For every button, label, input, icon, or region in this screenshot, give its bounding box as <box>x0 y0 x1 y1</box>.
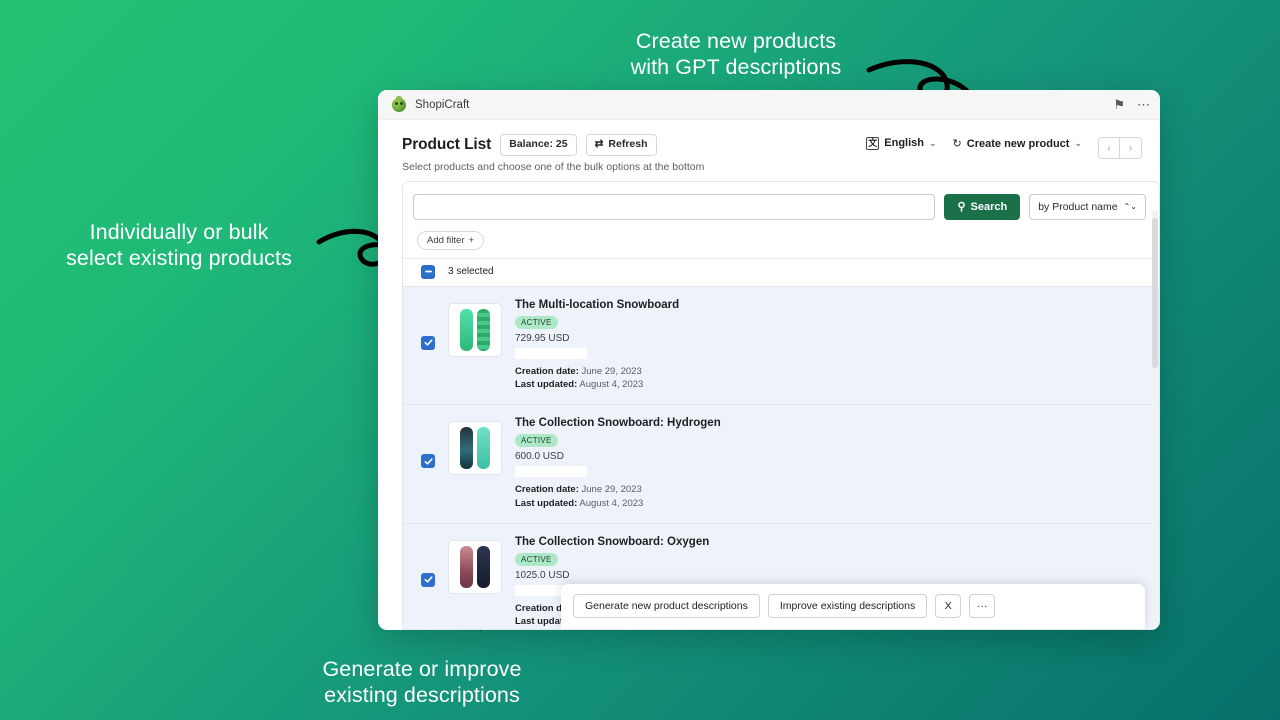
annotation-select-products: Individually or bulk select existing pro… <box>34 219 324 272</box>
add-filter-button[interactable]: Add filter + <box>417 231 484 250</box>
search-button-label: Search <box>971 201 1008 213</box>
product-price: 1025.0 USD <box>515 570 1159 581</box>
select-all-row: 3 selected <box>403 258 1159 286</box>
search-icon: ⚲ <box>957 200 965 213</box>
product-meta: Creation date: June 29, 2023 Last update… <box>515 483 1159 511</box>
creation-date-value: June 29, 2023 <box>582 366 642 377</box>
sort-by-select[interactable]: by Product name ⌃⌄ <box>1029 194 1146 220</box>
page-header-right: 文 English ⌄ ↻ Create new product ⌄ ‹ › <box>866 134 1160 173</box>
page-header-left: Product List Balance: 25 ⇄ Refresh Selec… <box>402 134 866 173</box>
language-label: English <box>884 137 924 149</box>
row-checkbox[interactable] <box>421 454 435 468</box>
pagination-prev-button[interactable]: ‹ <box>1099 138 1120 158</box>
product-thumbnail <box>448 303 502 357</box>
annotation-generate-descriptions: Generate or improve existing description… <box>296 656 548 709</box>
content-card: ⚲ Search by Product name ⌃⌄ Add filter +… <box>402 181 1160 630</box>
title-bar: ShopiCraft ⚑ ⋯ <box>378 90 1160 120</box>
row-checkbox[interactable] <box>421 573 435 587</box>
selected-count-label: 3 selected <box>448 266 494 277</box>
product-price: 729.95 USD <box>515 333 1159 344</box>
sort-by-label: by Product name <box>1038 201 1117 213</box>
page-subtitle: Select products and choose one of the bu… <box>402 161 866 173</box>
language-selector[interactable]: 文 English ⌄ <box>866 137 936 150</box>
create-icon: ↻ <box>953 137 962 150</box>
pagination-next-button[interactable]: › <box>1120 138 1141 158</box>
language-icon: 文 <box>866 137 879 150</box>
refresh-label: Refresh <box>608 139 647 151</box>
refresh-button[interactable]: ⇄ Refresh <box>586 134 657 156</box>
chevron-updown-icon: ⌃⌄ <box>1124 202 1137 211</box>
status-badge: ACTIVE <box>515 553 558 566</box>
pagination: ‹ › <box>1098 137 1142 159</box>
generate-descriptions-button[interactable]: Generate new product descriptions <box>573 594 760 618</box>
balance-label: Balance: 25 <box>509 139 567 151</box>
search-bar: ⚲ Search by Product name ⌃⌄ <box>403 182 1159 230</box>
status-badge: ACTIVE <box>515 434 558 447</box>
page-title: Product List <box>402 136 491 154</box>
product-thumbnail <box>448 540 502 594</box>
search-button[interactable]: ⚲ Search <box>944 194 1020 220</box>
scrollbar-thumb[interactable] <box>1152 218 1158 368</box>
create-new-product-label: Create new product <box>967 138 1070 150</box>
refresh-icon: ⇄ <box>595 139 604 151</box>
pin-icon[interactable]: ⚑ <box>1113 98 1125 111</box>
page-header: Product List Balance: 25 ⇄ Refresh Selec… <box>378 120 1160 181</box>
app-title: ShopiCraft <box>415 99 469 111</box>
balance-button[interactable]: Balance: 25 <box>500 134 576 156</box>
row-checkbox[interactable] <box>421 336 435 350</box>
more-options-icon[interactable]: ⋯ <box>1137 98 1150 111</box>
close-bulk-bar-button[interactable]: X <box>935 594 961 618</box>
product-meta: Creation date: June 29, 2023 Last update… <box>515 365 1159 393</box>
creation-date-value: June 29, 2023 <box>582 484 642 495</box>
chevron-down-icon: ⌄ <box>1074 138 1082 149</box>
product-name: The Multi-location Snowboard <box>515 299 1159 311</box>
table-row[interactable]: The Multi-location Snowboard ACTIVE 729.… <box>403 286 1159 405</box>
create-new-product-button[interactable]: ↻ Create new product ⌄ <box>953 137 1082 150</box>
page-title-row: Product List Balance: 25 ⇄ Refresh <box>402 134 866 156</box>
description-placeholder <box>515 466 587 477</box>
product-thumbnail <box>448 421 502 475</box>
last-updated-label: Last updated: <box>515 498 577 509</box>
app-window: ShopiCraft ⚑ ⋯ Product List Balance: 25 … <box>378 90 1160 630</box>
creation-date-label: Creation date: <box>515 366 579 377</box>
last-updated-value: August 4, 2023 <box>579 379 643 390</box>
plus-icon: + <box>469 235 475 246</box>
table-row[interactable]: The Collection Snowboard: Hydrogen ACTIV… <box>403 404 1159 523</box>
select-all-checkbox[interactable] <box>421 265 435 279</box>
product-price: 600.0 USD <box>515 451 1159 462</box>
product-name: The Collection Snowboard: Hydrogen <box>515 417 1159 429</box>
more-bulk-actions-button[interactable]: ··· <box>969 594 995 618</box>
creation-date-label: Creation date: <box>515 484 579 495</box>
description-placeholder <box>515 348 587 359</box>
last-updated-label: Last updated: <box>515 379 577 390</box>
add-filter-label: Add filter <box>427 235 465 246</box>
product-name: The Collection Snowboard: Oxygen <box>515 536 1159 548</box>
chevron-down-icon: ⌄ <box>929 138 937 149</box>
bulk-action-bar: Generate new product descriptions Improv… <box>561 584 1145 629</box>
product-info: The Collection Snowboard: Hydrogen ACTIV… <box>515 416 1159 511</box>
search-input[interactable] <box>413 194 935 220</box>
product-list: The Multi-location Snowboard ACTIVE 729.… <box>403 286 1159 629</box>
last-updated-value: August 4, 2023 <box>579 498 643 509</box>
avocado-logo-icon <box>392 98 406 112</box>
annotation-create-products: Create new products with GPT description… <box>606 28 866 81</box>
improve-descriptions-button[interactable]: Improve existing descriptions <box>768 594 927 618</box>
filter-row: Add filter + <box>403 230 1159 258</box>
status-badge: ACTIVE <box>515 316 558 329</box>
product-info: The Multi-location Snowboard ACTIVE 729.… <box>515 298 1159 393</box>
